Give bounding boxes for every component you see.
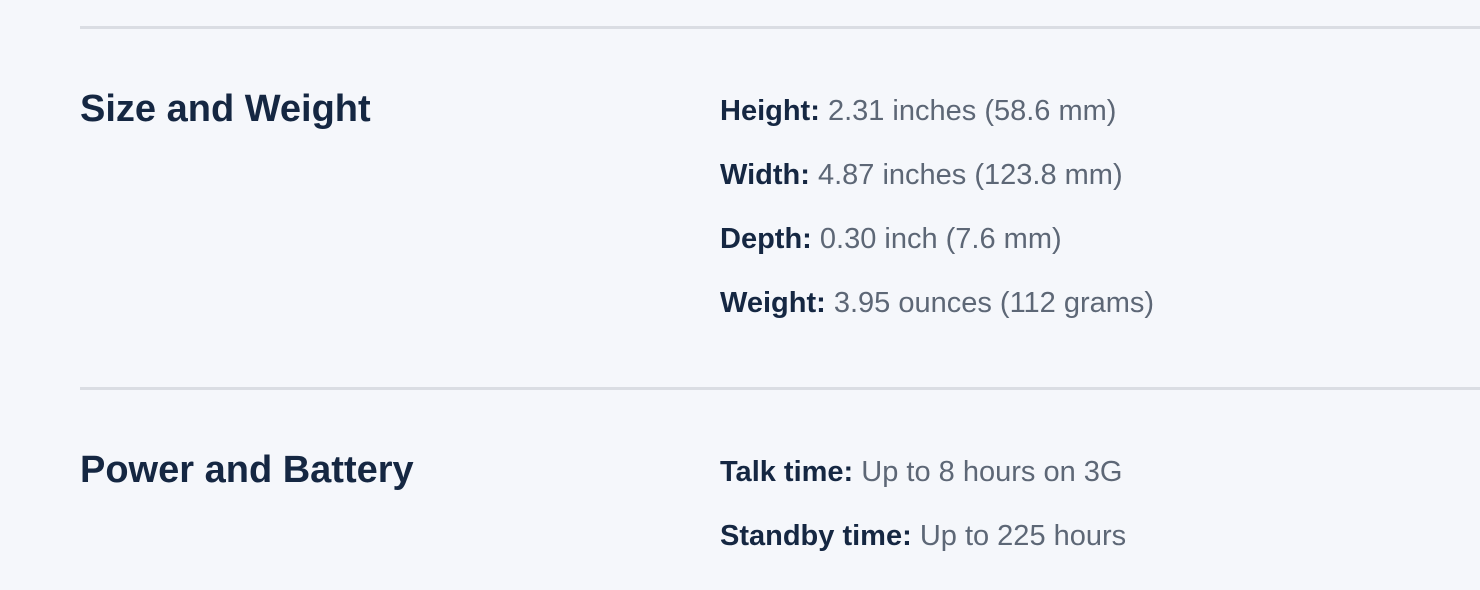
section-title: Power and Battery [80,449,414,491]
spec-weight: Weight: 3.95 ounces (112 grams) [720,283,1154,323]
spec-talk-time: Talk time: Up to 8 hours on 3G [720,452,1126,492]
spec-depth: Depth: 0.30 inch (7.6 mm) [720,219,1154,259]
spec-label: Height: [720,95,820,127]
spec-label: Standby time: [720,520,912,552]
power-and-battery-section: Power and Battery Talk time: Up to 8 hou… [80,387,1480,590]
spec-list: Talk time: Up to 8 hours on 3G Standby t… [720,452,1126,580]
spec-height: Height: 2.31 inches (58.6 mm) [720,91,1154,131]
spec-label: Depth: [720,223,812,255]
size-and-weight-section: Size and Weight Height: 2.31 inches (58.… [80,26,1480,391]
spec-standby-time: Standby time: Up to 225 hours [720,516,1126,556]
spec-label: Width: [720,159,810,191]
spec-value: 2.31 inches (58.6 mm) [827,95,1117,127]
spec-value: 4.87 inches (123.8 mm) [817,159,1123,191]
spec-value: Up to 225 hours [919,520,1127,552]
section-title: Size and Weight [80,88,371,130]
spec-label: Weight: [720,287,826,319]
spec-value: 3.95 ounces (112 grams) [833,287,1155,319]
spec-value: Up to 8 hours on 3G [861,456,1123,488]
spec-list: Height: 2.31 inches (58.6 mm) Width: 4.8… [720,91,1154,347]
spec-width: Width: 4.87 inches (123.8 mm) [720,155,1154,195]
spec-label: Talk time: [720,456,854,488]
spec-value: 0.30 inch (7.6 mm) [819,223,1062,255]
